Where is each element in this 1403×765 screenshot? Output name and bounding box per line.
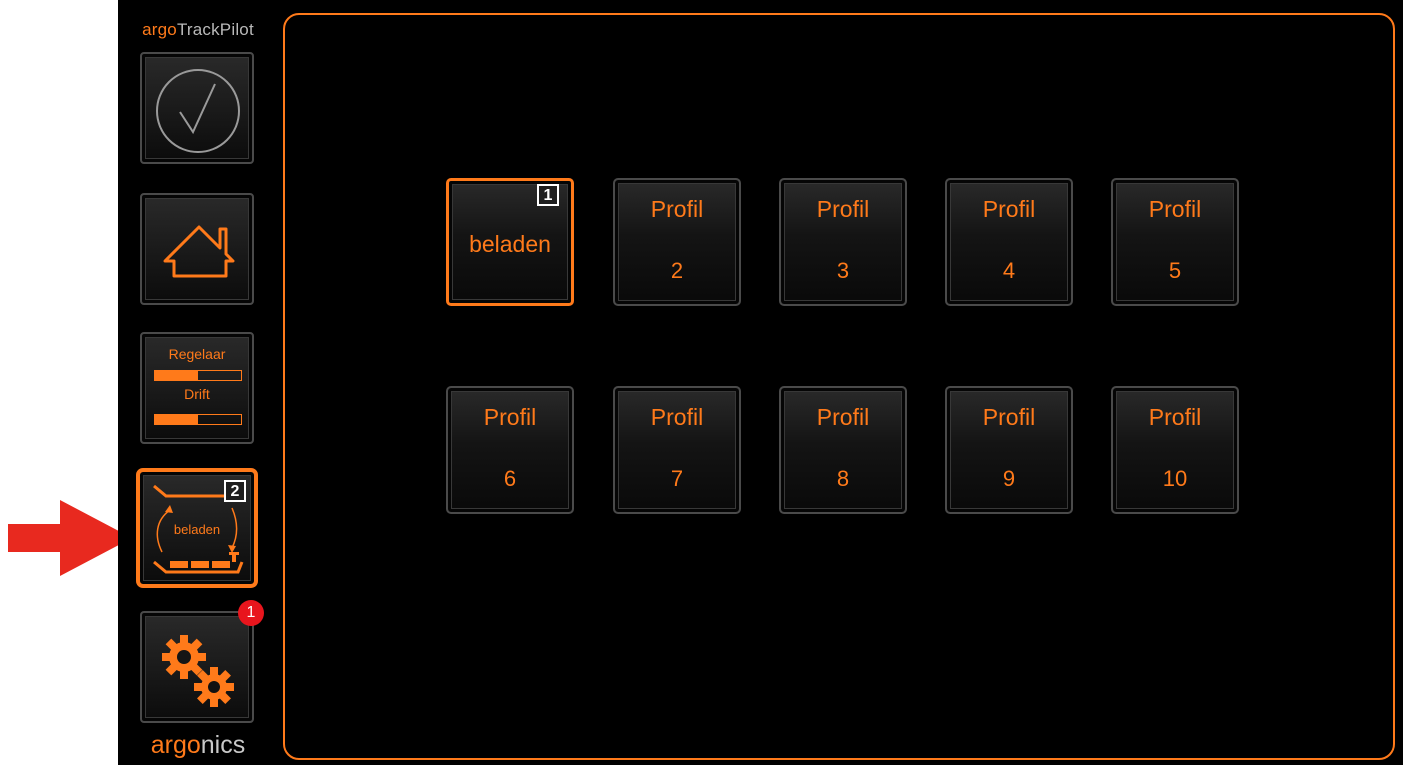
profile-number: 3 [836, 258, 850, 283]
notification-badge: 1 [238, 600, 264, 626]
profile-button-5[interactable]: Profil 5 [1111, 178, 1239, 306]
profile-button-6[interactable]: Profil 6 [446, 386, 574, 514]
profile-number: 9 [1002, 466, 1016, 491]
profile-button-3[interactable]: Profil 3 [779, 178, 907, 306]
profile-number: 4 [1002, 258, 1016, 283]
profile-button-4[interactable]: Profil 4 [945, 178, 1073, 306]
profile-number: 7 [670, 466, 684, 491]
profile-button-7[interactable]: Profil 7 [613, 386, 741, 514]
brand-logo-bottom: argonics [150, 731, 246, 759]
profile-button-1[interactable]: beladen 1 [446, 178, 574, 306]
profile-title: Profil [650, 404, 704, 430]
profile-badge: 1 [537, 184, 559, 206]
profile-title: Profil [650, 196, 704, 222]
profile-title: Profil [1148, 404, 1202, 430]
regelaar-level-bar [154, 370, 242, 381]
profile-button-8[interactable]: Profil 8 [779, 386, 907, 514]
profile-title: Profil [816, 196, 870, 222]
home-button[interactable] [140, 193, 254, 305]
profile-button-2[interactable]: Profil 2 [613, 178, 741, 306]
load-profile-badge: 2 [224, 480, 246, 502]
gears-icon [162, 635, 234, 707]
profile-selection-panel: beladen 1 Profil 2 Profil 3 Profil 4 Pro… [283, 13, 1395, 760]
drift-level-bar [154, 414, 242, 425]
profile-title: Profil [1148, 196, 1202, 222]
drift-level-fill [155, 415, 198, 424]
track-pilot-app: argoTrackPilot Regelaar Drift beladen 2 … [118, 0, 1403, 765]
sidebar: argoTrackPilot Regelaar Drift beladen 2 … [118, 0, 278, 765]
profile-number: 8 [836, 466, 850, 491]
drift-label: Drift [184, 386, 210, 402]
load-profile-label: beladen [174, 522, 220, 537]
profile-title: Profil [816, 404, 870, 430]
profile-title: Profil [982, 404, 1036, 430]
regelaar-label: Regelaar [168, 346, 226, 362]
regelaar-level-fill [155, 371, 198, 380]
profile-name: beladen [469, 231, 551, 257]
profile-title: Profil [483, 404, 537, 430]
brand-logo-top: argoTrackPilot [142, 20, 254, 39]
check-circle-icon [156, 69, 240, 153]
profile-number: 2 [670, 258, 684, 283]
profile-title: Profil [982, 196, 1036, 222]
profile-number: 5 [1168, 258, 1182, 283]
profile-button-9[interactable]: Profil 9 [945, 386, 1073, 514]
profile-button-10[interactable]: Profil 10 [1111, 386, 1239, 514]
load-profile-button[interactable]: beladen 2 [136, 468, 258, 588]
profile-number: 6 [503, 466, 517, 491]
home-icon [163, 225, 235, 278]
settings-button[interactable] [140, 611, 254, 723]
profile-number: 10 [1162, 466, 1188, 491]
status-check-button[interactable] [140, 52, 254, 164]
regulator-drift-button[interactable]: Regelaar Drift [140, 332, 254, 444]
